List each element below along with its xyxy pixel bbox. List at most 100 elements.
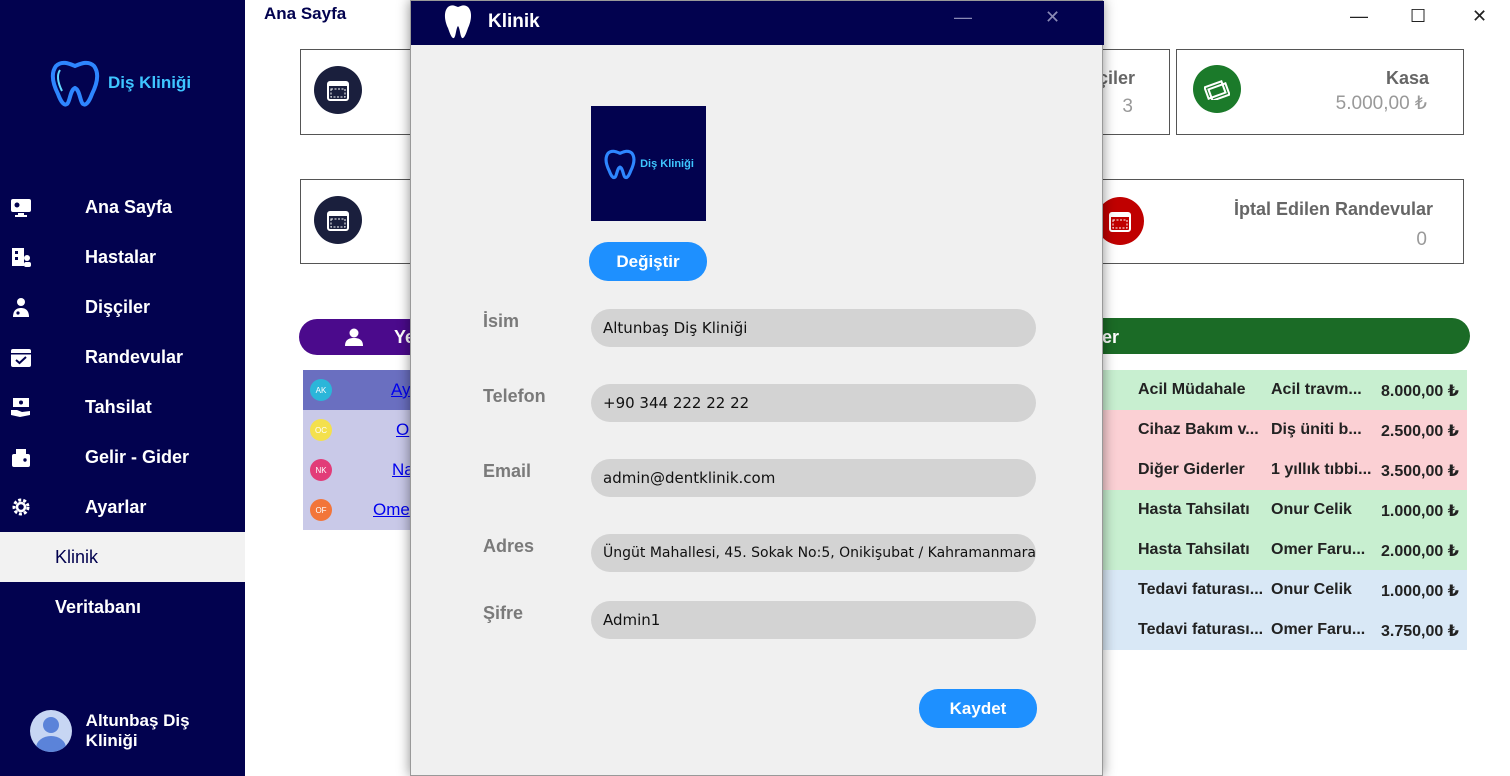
brand-name: Diş Kliniği — [108, 73, 192, 92]
transaction-amount: 3.750,00 ₺ — [1381, 623, 1459, 640]
transactions-panel-header: er — [1060, 318, 1470, 354]
save-button[interactable]: Kaydet — [919, 689, 1037, 728]
wallet-icon — [12, 449, 30, 467]
transaction-category: Acil Müdahale — [1138, 381, 1246, 398]
sidebar-item-disciler[interactable]: Dişçiler — [0, 282, 245, 332]
patient-name[interactable]: Ome — [373, 500, 410, 520]
cash-hand-icon — [11, 398, 30, 417]
patient-row[interactable]: AK Ay — [303, 370, 413, 410]
user-profile[interactable]: Altunbaş Diş Kliniği — [30, 710, 245, 752]
transaction-desc: Omer Faru... — [1271, 621, 1366, 638]
avatar — [30, 710, 72, 752]
transaction-desc: Omer Faru... — [1271, 541, 1366, 558]
transaction-row[interactable]: i Tedavi faturası... Onur Celik 1.000,00… — [1080, 570, 1467, 610]
transaction-row[interactable]: Hasta Tahsilatı Omer Faru... 2.000,00 ₺ — [1080, 530, 1467, 570]
transaction-row[interactable]: Acil Müdahale Acil travm... 8.000,00 ₺ — [1080, 370, 1467, 410]
calendar-icon — [314, 196, 362, 244]
patient-row[interactable]: OF Ome — [303, 490, 413, 530]
dialog-close-button[interactable]: ✕ — [1045, 7, 1060, 28]
sidebar-subitem-veritabani[interactable]: Veritabanı — [0, 582, 245, 632]
sidebar-item-ayarlar[interactable]: Ayarlar — [0, 482, 245, 532]
sidebar-item-label: Gelir - Gider — [85, 446, 190, 467]
change-logo-button[interactable]: Değiştir — [589, 242, 707, 281]
patient-badge: OF — [310, 499, 332, 521]
card-value: 5.000,00 ₺ — [1335, 93, 1427, 114]
card-value: 3 — [1122, 96, 1133, 117]
dialog-title: Klinik — [488, 11, 540, 32]
patient-row[interactable]: NK Na — [303, 450, 414, 490]
card-title: çiler — [1097, 68, 1135, 88]
field-label: Şifre — [483, 603, 524, 623]
field-label: Telefon — [483, 386, 546, 406]
transaction-row[interactable]: Diğer Giderler 1 yıllık tıbbi... 3.500,0… — [1080, 450, 1467, 490]
dialog-minimize-button[interactable]: — — [954, 7, 972, 28]
card-kasa: Kasa 5.000,00 ₺ — [1176, 49, 1464, 135]
sidebar-item-gelir-gider[interactable]: Gelir - Gider — [0, 432, 245, 482]
sidebar-item-label: Ayarlar — [85, 496, 147, 517]
email-field[interactable]: admin@dentklinik.com — [591, 459, 1036, 497]
maximize-button[interactable]: ☐ — [1410, 6, 1426, 27]
user-name: Altunbaş Diş Kliniği — [85, 711, 190, 750]
transaction-category: Hasta Tahsilatı — [1138, 541, 1250, 558]
address-field[interactable]: Üngüt Mahallesi, 45. Sokak No:5, Onikişu… — [591, 534, 1036, 572]
transaction-desc: Acil travm... — [1271, 381, 1362, 398]
sidebar-subitem-klinik[interactable]: Klinik — [0, 532, 245, 582]
panel-title: er — [1102, 327, 1120, 347]
sidebar-item-randevular[interactable]: Randevular — [0, 332, 245, 382]
card-cancelled: İptal Edilen Randevular 0 — [1090, 179, 1464, 264]
sidebar-item-ana-sayfa[interactable]: Ana Sayfa — [0, 182, 245, 232]
transaction-row[interactable]: Cihaz Bakım v... Diş üniti b... 2.500,00… — [1080, 410, 1467, 450]
field-label: İsim — [483, 311, 520, 331]
transaction-amount: 2.500,00 ₺ — [1381, 423, 1459, 440]
monitor-icon — [11, 199, 31, 217]
transaction-category: Hasta Tahsilatı — [1138, 501, 1250, 518]
logo-text: Diş Kliniği — [640, 157, 694, 170]
card-value: 0 — [1416, 229, 1427, 250]
transaction-desc: Diş üniti b... — [1271, 421, 1362, 438]
close-button[interactable]: ✕ — [1472, 6, 1487, 27]
transaction-desc: Onur Celik — [1271, 581, 1352, 598]
minimize-button[interactable]: — — [1350, 6, 1368, 27]
transaction-amount: 1.000,00 ₺ — [1381, 583, 1459, 600]
transaction-amount: 8.000,00 ₺ — [1381, 383, 1459, 400]
dialog-titlebar[interactable]: Klinik — ✕ — [411, 1, 1104, 45]
page-title: Ana Sayfa — [264, 4, 347, 23]
patient-badge: NK — [310, 459, 332, 481]
password-field[interactable]: Admin1 — [591, 601, 1036, 639]
patient-row[interactable]: OC O — [303, 410, 413, 450]
transaction-row[interactable]: i Tedavi faturası... Omer Faru... 3.750,… — [1080, 610, 1467, 650]
sidebar-item-label: Randevular — [85, 346, 184, 367]
transaction-category: Diğer Giderler — [1138, 461, 1245, 478]
patient-name[interactable]: O — [396, 420, 409, 440]
sidebar-item-tahsilat[interactable]: Tahsilat — [0, 382, 245, 432]
user-icon — [345, 328, 363, 346]
calendar-icon — [1096, 197, 1144, 245]
sidebar-item-label: Tahsilat — [85, 396, 152, 417]
patient-name[interactable]: Ay — [391, 380, 411, 400]
money-icon — [1193, 65, 1241, 113]
dentist-icon — [13, 298, 29, 317]
sidebar-item-label: Dişçiler — [85, 296, 151, 317]
phone-field[interactable]: +90 344 222 22 22 — [591, 384, 1036, 422]
transaction-amount: 2.000,00 ₺ — [1381, 543, 1459, 560]
sidebar-item-label: Veritabanı — [55, 596, 142, 617]
field-label: Adres — [483, 536, 535, 556]
gear-icon — [12, 498, 30, 516]
clinic-logo-image: Diş Kliniği — [591, 106, 706, 221]
calendar-icon — [314, 66, 362, 114]
transaction-amount: 1.000,00 ₺ — [1381, 503, 1459, 520]
transaction-category: Cihaz Bakım v... — [1138, 421, 1259, 438]
patient-badge: OC — [310, 419, 332, 441]
sidebar: Diş Kliniği Ana Sayfa Hastalar Dişçiler … — [0, 0, 245, 776]
sidebar-item-hastalar[interactable]: Hastalar — [0, 232, 245, 282]
transaction-category: Tedavi faturası... — [1138, 621, 1264, 638]
transaction-category: Tedavi faturası... — [1138, 581, 1264, 598]
transaction-row[interactable]: Hasta Tahsilatı Onur Celik 1.000,00 ₺ — [1080, 490, 1467, 530]
patients-icon — [12, 248, 31, 267]
calendar-check-icon — [11, 349, 31, 367]
transaction-desc: 1 yıllık tıbbi... — [1271, 461, 1371, 478]
sidebar-logo: Diş Kliniği — [48, 58, 191, 108]
tooth-logo-icon — [604, 149, 636, 179]
card-title: Kasa — [1385, 68, 1429, 88]
name-field[interactable]: Altunbaş Diş Kliniği — [591, 309, 1036, 347]
